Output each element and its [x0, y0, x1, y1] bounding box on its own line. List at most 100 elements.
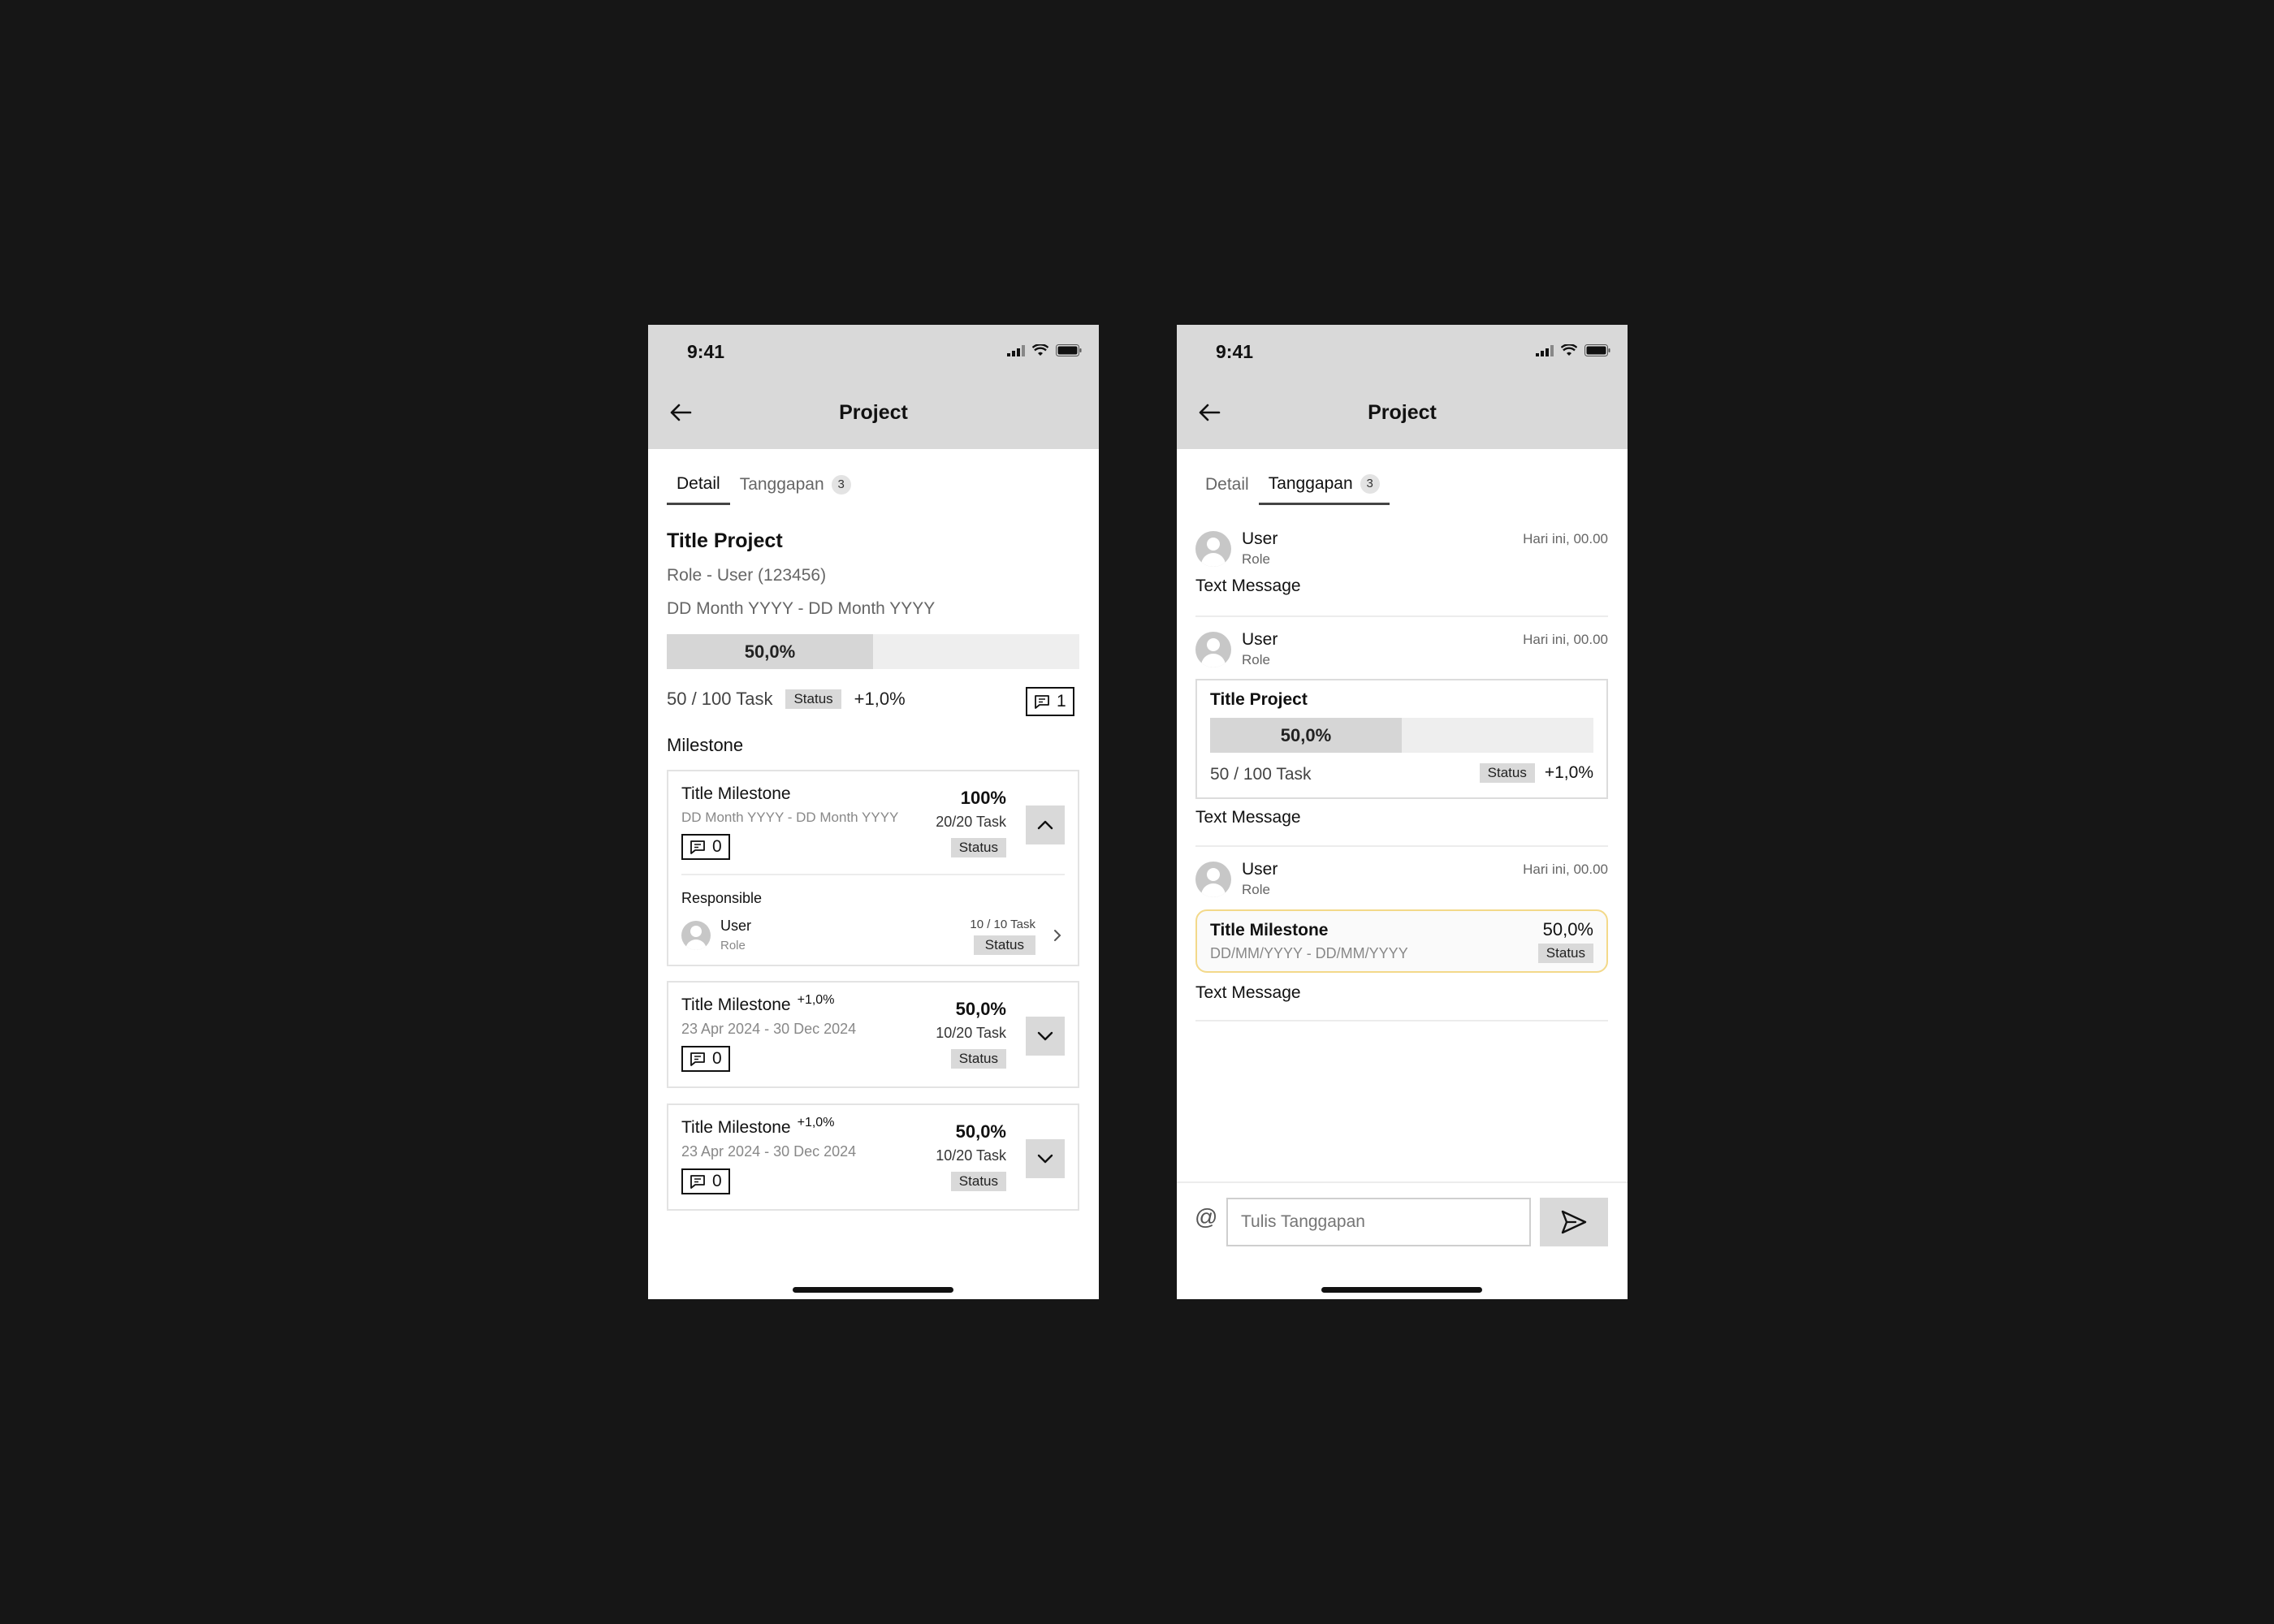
milestone-date: DD Month YYYY - DD Month YYYY: [681, 810, 899, 825]
milestone-divider: [681, 874, 1065, 875]
milestone-ref-date: DD/MM/YYYY - DD/MM/YYYY: [1210, 945, 1408, 961]
project-comment-count: 1: [1057, 692, 1066, 710]
tab-tanggapan[interactable]: Tanggapan 3: [730, 473, 861, 505]
milestone-date: 23 Apr 2024 - 30 Dec 2024: [681, 1021, 857, 1037]
comment-icon: [1035, 695, 1049, 709]
tab-detail-label: Detail: [677, 473, 720, 493]
project-title: Title Project: [667, 529, 783, 552]
milestone-status-badge: Status: [950, 1049, 1006, 1069]
wifi-icon: [1032, 344, 1048, 356]
milestone-delta: +1,0%: [797, 993, 835, 1007]
chevron-right-icon: [1054, 930, 1061, 941]
milestone-title-row: Title Milestone +1,0%: [681, 1116, 835, 1138]
page-title: Project: [1368, 401, 1437, 424]
response-input[interactable]: [1226, 1198, 1531, 1246]
project-stats-row: 50 / 100 Task Status +1,0%: [667, 689, 906, 710]
tab-bar: Detail Tanggapan 3: [1195, 473, 1390, 505]
comment-icon: [690, 840, 705, 854]
send-button[interactable]: [1540, 1198, 1608, 1246]
tab-bar: Detail Tanggapan 3: [667, 473, 861, 505]
milestone-comment-button[interactable]: 0: [681, 1046, 730, 1072]
milestone-expand-button[interactable]: [1026, 1017, 1065, 1056]
message-item: User Role Hari ini, 00.00: [1195, 860, 1608, 897]
signal-icon: [1536, 344, 1554, 356]
avatar: [1195, 632, 1231, 667]
project-status-badge: Status: [785, 689, 841, 709]
responsible-task-count: 10 / 10 Task: [970, 918, 1035, 931]
message-user-name: User: [1242, 529, 1278, 548]
milestone-title: Title Milestone: [681, 784, 791, 803]
milestone-title: Title Milestone: [681, 1118, 791, 1137]
project-date-range: DD Month YYYY - DD Month YYYY: [667, 599, 936, 618]
responsible-user-row[interactable]: User Role 10 / 10 Task Status: [681, 918, 1065, 958]
milestone-percent: 50,0%: [955, 1121, 1006, 1142]
tab-detail[interactable]: Detail: [1195, 473, 1259, 505]
message-divider: [1195, 615, 1608, 617]
comment-icon: [690, 1052, 705, 1066]
milestone-ref-title: Title Milestone: [1210, 921, 1329, 939]
milestone-title-row: Title Milestone +1,0%: [681, 993, 835, 1015]
message-text: Text Message: [1195, 808, 1301, 827]
project-comment-button[interactable]: 1: [1026, 687, 1074, 716]
milestone-task-count: 10/20 Task: [936, 1025, 1006, 1041]
message-user-role: Role: [1242, 882, 1270, 897]
responsible-user-name: User: [720, 918, 752, 934]
tab-tanggapan-label: Tanggapan: [1268, 473, 1353, 493]
comment-icon: [690, 1175, 705, 1189]
milestone-comment-count: 0: [712, 1172, 722, 1190]
attachment-progress-bar: 50,0%: [1210, 718, 1593, 753]
header-bar: 9:41 Project: [1177, 325, 1628, 449]
milestone-ref-status-badge: Status: [1537, 944, 1593, 963]
message-time: Hari ini, 00.00: [1523, 862, 1608, 877]
send-icon: [1561, 1210, 1587, 1234]
milestone-expand-button[interactable]: [1026, 1139, 1065, 1178]
page-title: Project: [839, 401, 908, 424]
message-text: Text Message: [1195, 983, 1301, 1002]
status-time: 9:41: [1216, 341, 1254, 362]
tab-detail-label: Detail: [1205, 475, 1249, 494]
mention-button[interactable]: @: [1195, 1204, 1217, 1230]
message-time: Hari ini, 00.00: [1523, 632, 1608, 647]
battery-icon: [1584, 344, 1610, 356]
milestone-collapse-button[interactable]: [1026, 806, 1065, 844]
chevron-up-icon: [1037, 820, 1053, 830]
milestone-ref-percent: 50,0%: [1542, 919, 1593, 939]
attachment-progress-label: 50,0%: [1280, 724, 1332, 745]
message-item: User Role Hari ini, 00.00: [1195, 630, 1608, 667]
milestone-task-count: 20/20 Task: [936, 814, 1006, 830]
milestone-heading: Milestone: [667, 735, 744, 755]
responsible-label: Responsible: [681, 890, 763, 906]
project-progress-label: 50,0%: [744, 641, 796, 662]
milestone-percent: 50,0%: [955, 999, 1006, 1019]
attachment-title: Title Project: [1210, 690, 1308, 709]
signal-icon: [1007, 344, 1025, 356]
attachment-delta: +1,0%: [1544, 763, 1593, 782]
tab-detail[interactable]: Detail: [667, 473, 730, 505]
milestone-status-badge: Status: [950, 1172, 1006, 1191]
home-indicator: [1321, 1287, 1482, 1293]
phone-detail-screen: 9:41 Project Detail Tanggapan 3 Title Pro…: [648, 325, 1099, 1299]
status-icons: [1536, 344, 1610, 356]
milestone-reference-card[interactable]: Title Milestone DD/MM/YYYY - DD/MM/YYYY …: [1195, 909, 1608, 973]
milestone-card: Title Milestone +1,0% 23 Apr 2024 - 30 D…: [667, 981, 1079, 1088]
battery-icon: [1056, 344, 1082, 356]
avatar: [681, 921, 711, 950]
status-time: 9:41: [687, 341, 725, 362]
attachment-task-count: 50 / 100 Task: [1210, 765, 1312, 784]
message-user-name: User: [1242, 630, 1278, 649]
milestone-delta: +1,0%: [797, 1116, 835, 1129]
responsible-status-badge: Status: [973, 935, 1035, 955]
tab-tanggapan[interactable]: Tanggapan 3: [1258, 473, 1390, 505]
milestone-comment-button[interactable]: 0: [681, 1168, 730, 1194]
milestone-comment-count: 0: [712, 1049, 722, 1068]
milestone-comment-count: 0: [712, 837, 722, 856]
project-delta: +1,0%: [854, 689, 906, 709]
message-user-role: Role: [1242, 551, 1270, 567]
attachment-status-badge: Status: [1479, 763, 1535, 783]
message-user-role: Role: [1242, 652, 1270, 667]
project-progress-bar: 50,0%: [667, 634, 1079, 669]
message-user-name: User: [1242, 860, 1278, 879]
message-divider: [1195, 1020, 1608, 1021]
milestone-comment-button[interactable]: 0: [681, 834, 730, 860]
project-attachment-card[interactable]: Title Project 50,0% 50 / 100 Task Status…: [1195, 679, 1608, 799]
